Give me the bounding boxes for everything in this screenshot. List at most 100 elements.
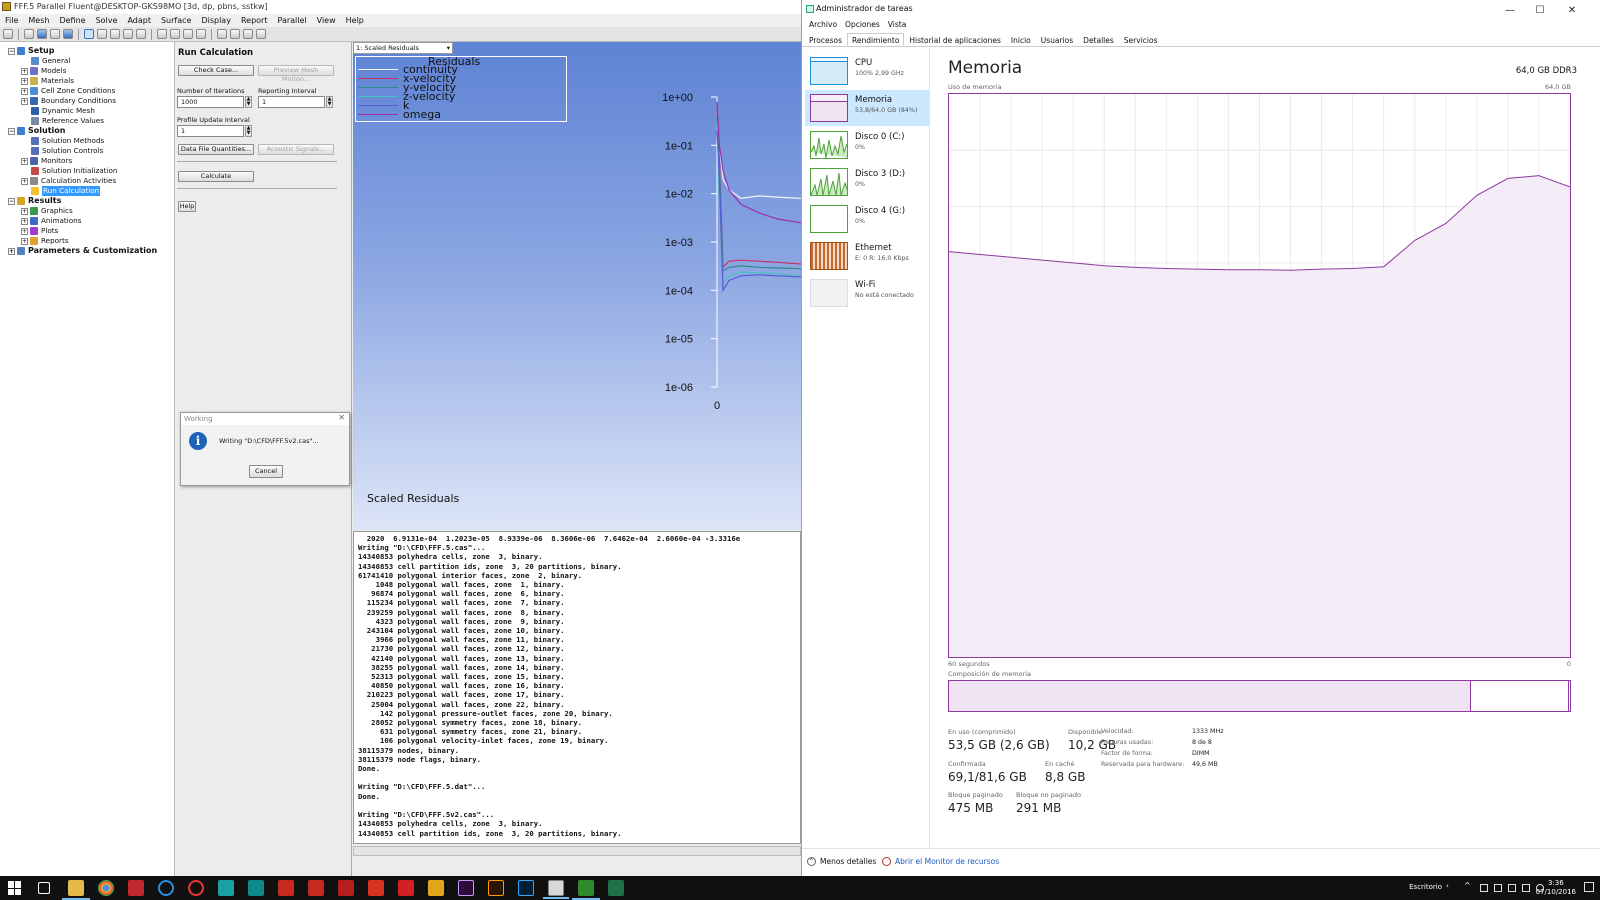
app-icon-teal[interactable] <box>218 880 234 896</box>
layout-icon[interactable] <box>196 29 206 39</box>
home-icon[interactable] <box>3 29 13 39</box>
collapse-icon[interactable]: − <box>8 197 15 205</box>
keyboard-icon[interactable] <box>1522 884 1530 892</box>
resource-cpu[interactable]: CPU 100% 2,99 GHz <box>805 53 930 89</box>
tab-rendimiento[interactable]: Rendimiento <box>847 33 905 46</box>
iterations-spinner[interactable]: ▲ ▼ <box>245 96 252 108</box>
select-icon[interactable] <box>183 29 193 39</box>
tree-item-materials[interactable]: + Materials <box>0 76 174 86</box>
tab-usuarios[interactable]: Usuarios <box>1036 33 1078 46</box>
probe-icon[interactable] <box>136 29 146 39</box>
app-icon-v[interactable] <box>338 880 354 896</box>
expand-icon[interactable]: + <box>21 227 28 235</box>
profile-update-input[interactable]: 1 <box>177 125 244 137</box>
cancel-button[interactable]: Cancel <box>249 465 283 478</box>
save-icon[interactable] <box>37 29 47 39</box>
tree-item-controls[interactable]: Solution Controls <box>0 146 174 156</box>
iterations-input[interactable]: 1000 <box>177 96 244 108</box>
tree-item-cell-zone[interactable]: + Cell Zone Conditions <box>0 86 174 96</box>
resource-ethernet[interactable]: Ethernet E: 0 R: 16,0 Kbps <box>805 238 930 274</box>
expand-icon[interactable]: + <box>21 87 28 95</box>
premiere-icon[interactable] <box>458 880 474 896</box>
tree-item-models[interactable]: + Models <box>0 66 174 76</box>
print-icon[interactable] <box>50 29 60 39</box>
tree-item-plots[interactable]: + Plots <box>0 226 174 236</box>
resource-wifi[interactable]: Wi-Fi No está conectado <box>805 275 930 311</box>
app-icon-red[interactable] <box>188 880 204 896</box>
tree-node-parameters[interactable]: + Parameters & Customization <box>0 246 174 256</box>
system-clock[interactable]: 3:36 07/10/2016 <box>1536 879 1576 897</box>
expand-icon[interactable]: + <box>21 207 28 215</box>
console-horizontal-scrollbar[interactable] <box>353 846 801 856</box>
pan-icon[interactable] <box>97 29 107 39</box>
check-case-button[interactable]: Check Case... <box>178 65 254 76</box>
graphics-window[interactable]: 1e+00 1e-01 1e-02 1e-03 1e-04 1e-05 1e-06 0 1: … <box>353 42 801 530</box>
desktop-toolbar-label[interactable]: Escritorio <box>1409 883 1442 891</box>
tree-item-methods[interactable]: Solution Methods <box>0 136 174 146</box>
tree-item-dynamic-mesh[interactable]: Dynamic Mesh <box>0 106 174 116</box>
rotate-icon[interactable] <box>84 29 94 39</box>
acrobat-icon[interactable] <box>398 880 414 896</box>
menu-display[interactable]: Display <box>196 14 236 27</box>
chevron-up-icon[interactable]: ^ <box>1464 881 1472 890</box>
task-view-icon[interactable] <box>38 882 50 894</box>
collapse-icon[interactable]: − <box>8 127 15 135</box>
display-mode-icon[interactable] <box>243 29 253 39</box>
start-icon[interactable] <box>8 881 22 895</box>
tab-procesos[interactable]: Procesos <box>804 33 847 46</box>
network-icon[interactable] <box>1480 884 1488 892</box>
menu-surface[interactable]: Surface <box>156 14 196 27</box>
profile-spinner[interactable]: ▲ ▼ <box>245 125 252 137</box>
tree-item-reference[interactable]: Reference Values <box>0 116 174 126</box>
steam-icon[interactable] <box>158 880 174 896</box>
menu-file[interactable]: File <box>0 14 23 27</box>
reporting-spinner[interactable]: ▲ ▼ <box>326 96 333 108</box>
menu-vista[interactable]: Vista <box>884 18 911 32</box>
zoom-out-icon[interactable] <box>123 29 133 39</box>
acoustic-signals-button[interactable]: Acoustic Signals... <box>258 144 334 155</box>
console[interactable]: 2020 6.9131e-04 1.2023e-05 8.9339e-06 8.… <box>353 531 801 844</box>
volume-icon[interactable] <box>1508 884 1516 892</box>
menu-solve[interactable]: Solve <box>91 14 123 27</box>
menu-mesh[interactable]: Mesh <box>23 14 54 27</box>
preview-mesh-motion-button[interactable]: Preview Mesh Motion... <box>258 65 334 83</box>
resource-disco-3[interactable]: Disco 3 (D:) 0% <box>805 164 930 200</box>
expand-icon[interactable]: + <box>21 217 28 225</box>
expand-icon[interactable]: + <box>21 157 28 165</box>
graphics-window-selector[interactable]: 1: Scaled Residuals ▾ <box>353 42 453 54</box>
resource-monitor-link[interactable]: Abrir el Monitor de recursos <box>882 857 999 866</box>
menu-opciones[interactable]: Opciones <box>841 18 884 32</box>
close-icon[interactable]: ✕ <box>338 413 345 422</box>
reporting-interval-input[interactable]: 1 <box>258 96 325 108</box>
tree-item-boundary[interactable]: + Boundary Conditions <box>0 96 174 106</box>
tree-item-activities[interactable]: + Calculation Activities <box>0 176 174 186</box>
resource-disco-4[interactable]: Disco 4 (G:) 0% <box>805 201 930 237</box>
excel-icon[interactable] <box>608 880 624 896</box>
tree-item-monitors[interactable]: + Monitors <box>0 156 174 166</box>
expand-icon[interactable]: + <box>21 67 28 75</box>
tab-inicio[interactable]: Inicio <box>1006 33 1036 46</box>
menu-help[interactable]: Help <box>341 14 369 27</box>
tree-item-reports[interactable]: + Reports <box>0 236 174 246</box>
tree-item-run-calculation[interactable]: Run Calculation <box>0 186 174 196</box>
tree-item-general[interactable]: General <box>0 56 174 66</box>
help-icon[interactable] <box>63 29 73 39</box>
menu-view[interactable]: View <box>312 14 341 27</box>
tree-node-solution[interactable]: − Solution <box>0 126 174 136</box>
data-file-quantities-button[interactable]: Data File Quantities... <box>178 144 254 155</box>
tab-detalles[interactable]: Detalles <box>1078 33 1119 46</box>
menu-parallel[interactable]: Parallel <box>272 14 311 27</box>
chevron-left-icon[interactable]: ‹ <box>1446 882 1454 890</box>
tree-item-graphics[interactable]: + Graphics <box>0 206 174 216</box>
chrome-icon[interactable] <box>98 880 114 896</box>
expand-icon[interactable]: + <box>21 177 28 185</box>
lights-icon[interactable] <box>230 29 240 39</box>
app-icon-v2[interactable] <box>368 880 384 896</box>
resource-disco-0[interactable]: Disco 0 (C:) 0% <box>805 127 930 163</box>
menu-adapt[interactable]: Adapt <box>122 14 156 27</box>
zoom-box-icon[interactable] <box>170 29 180 39</box>
expand-icon[interactable]: + <box>21 77 28 85</box>
file-explorer-icon[interactable] <box>62 880 90 900</box>
fewer-details-link[interactable]: ^ Menos detalles <box>807 857 876 866</box>
autocad-2-icon[interactable] <box>308 880 324 896</box>
